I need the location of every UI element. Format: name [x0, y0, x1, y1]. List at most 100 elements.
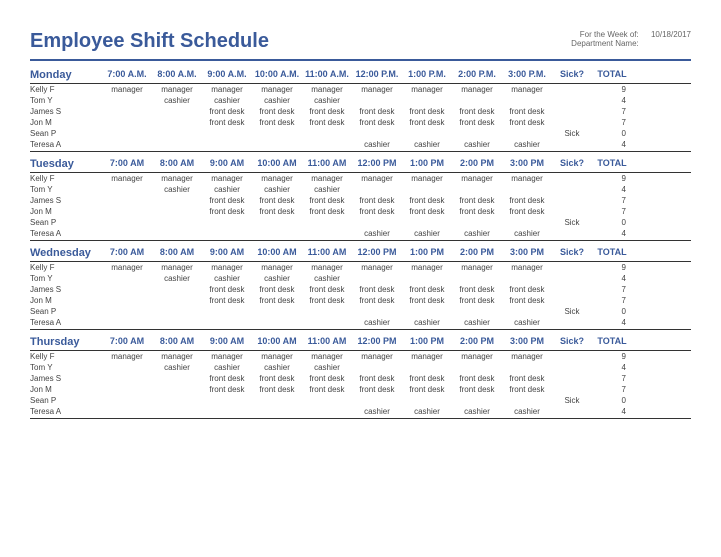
sick-header: Sick?	[552, 336, 592, 348]
shift-cell: manager	[402, 85, 452, 94]
shift-cell: front desk	[402, 107, 452, 116]
shift-cell	[302, 218, 352, 227]
employee-name: Sean P	[30, 129, 102, 138]
sick-cell	[552, 107, 592, 116]
total-cell: 4	[592, 140, 632, 149]
shift-cell	[252, 140, 302, 149]
sick-cell	[552, 185, 592, 194]
employee-row: Teresa Acashiercashiercashiercashier4	[30, 139, 691, 152]
shift-cell	[102, 307, 152, 316]
day-block: Tuesday7:00 AM8:00 AM9:00 AM10:00 AM11:0…	[30, 158, 691, 241]
shift-cell	[102, 218, 152, 227]
time-header: 10:00 AM	[252, 158, 302, 170]
shift-cell	[102, 396, 152, 405]
shift-cell: manager	[352, 174, 402, 183]
shift-cell: front desk	[452, 296, 502, 305]
time-header: 1:00 P.M.	[402, 69, 452, 81]
shift-cell	[302, 407, 352, 416]
shift-cell: cashier	[352, 229, 402, 238]
total-cell: 0	[592, 129, 632, 138]
shift-cell: front desk	[452, 196, 502, 205]
shift-cell	[502, 218, 552, 227]
shift-cell	[302, 396, 352, 405]
week-value: 10/18/2017	[641, 30, 691, 39]
shift-cell	[152, 407, 202, 416]
shift-cell: front desk	[502, 285, 552, 294]
shift-cell: cashier	[202, 363, 252, 372]
shift-cell	[152, 307, 202, 316]
day-block: Thursday7:00 AM8:00 AM9:00 AM10:00 AM11:…	[30, 336, 691, 419]
shift-cell: cashier	[352, 140, 402, 149]
shift-cell	[102, 129, 152, 138]
employee-name: Tom Y	[30, 185, 102, 194]
shift-cell	[302, 140, 352, 149]
shift-cell: front desk	[252, 118, 302, 127]
shift-cell	[402, 363, 452, 372]
shift-cell	[152, 374, 202, 383]
total-cell: 4	[592, 96, 632, 105]
time-header: 7:00 AM	[102, 336, 152, 348]
employee-row: Tom Ycashiercashiercashiercashier4	[30, 184, 691, 195]
employee-name: Jon M	[30, 118, 102, 127]
shift-cell	[102, 118, 152, 127]
time-header: 12:00 PM	[352, 336, 402, 348]
shift-cell: front desk	[502, 385, 552, 394]
shift-cell: front desk	[302, 207, 352, 216]
sick-cell	[552, 229, 592, 238]
shift-cell: front desk	[302, 374, 352, 383]
total-cell: 0	[592, 307, 632, 316]
shift-cell	[152, 196, 202, 205]
time-header: 2:00 P.M.	[452, 69, 502, 81]
total-cell: 7	[592, 296, 632, 305]
shift-cell	[202, 307, 252, 316]
shift-cell: manager	[302, 352, 352, 361]
shift-cell: manager	[352, 263, 402, 272]
employee-name: Jon M	[30, 385, 102, 394]
shift-cell	[502, 96, 552, 105]
shift-cell: front desk	[452, 385, 502, 394]
shift-cell: cashier	[252, 185, 302, 194]
shift-cell: front desk	[402, 196, 452, 205]
shift-cell: front desk	[402, 374, 452, 383]
employee-row: Kelly Fmanagermanagermanagermanagermanag…	[30, 262, 691, 273]
shift-cell: front desk	[352, 207, 402, 216]
day-header: Wednesday7:00 AM8:00 AM9:00 AM10:00 AM11…	[30, 247, 691, 262]
time-header: 3:00 PM	[502, 247, 552, 259]
shift-cell: cashier	[152, 363, 202, 372]
time-header: 8:00 AM	[152, 247, 202, 259]
shift-cell	[152, 285, 202, 294]
shift-cell	[302, 129, 352, 138]
total-cell: 7	[592, 385, 632, 394]
total-cell: 4	[592, 318, 632, 327]
shift-cell	[252, 229, 302, 238]
shift-cell: front desk	[502, 196, 552, 205]
total-cell: 7	[592, 374, 632, 383]
shift-cell	[252, 318, 302, 327]
employee-name: Kelly F	[30, 352, 102, 361]
total-cell: 0	[592, 218, 632, 227]
employee-name: Kelly F	[30, 85, 102, 94]
employee-name: Sean P	[30, 396, 102, 405]
shift-cell: front desk	[302, 385, 352, 394]
shift-cell	[152, 218, 202, 227]
shift-cell	[202, 218, 252, 227]
shift-cell	[152, 118, 202, 127]
total-header: TOTAL	[592, 158, 632, 170]
time-header: 12:00 PM	[352, 247, 402, 259]
shift-cell: cashier	[252, 363, 302, 372]
employee-name: James S	[30, 196, 102, 205]
shift-cell	[152, 229, 202, 238]
sick-header: Sick?	[552, 247, 592, 259]
shift-cell	[102, 407, 152, 416]
employee-name: Sean P	[30, 218, 102, 227]
time-header: 9:00 AM	[202, 336, 252, 348]
employee-name: Tom Y	[30, 274, 102, 283]
sick-cell: Sick	[552, 307, 592, 316]
shift-cell	[102, 285, 152, 294]
shift-cell: cashier	[252, 96, 302, 105]
shift-cell: manager	[302, 85, 352, 94]
sick-cell: Sick	[552, 396, 592, 405]
shift-cell	[452, 218, 502, 227]
schedule-body: Monday7:00 A.M.8:00 A.M.9:00 A.M.10:00 A…	[30, 69, 691, 419]
shift-cell: manager	[452, 174, 502, 183]
